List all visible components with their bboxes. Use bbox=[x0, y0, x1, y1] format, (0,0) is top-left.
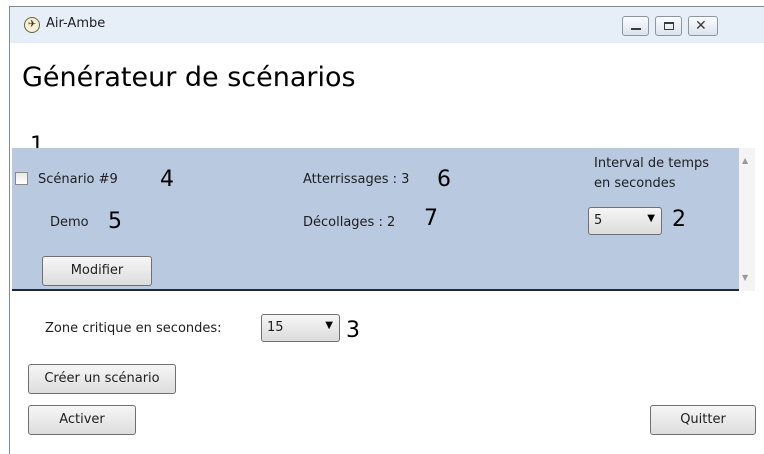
app-logo-icon: ✈ bbox=[24, 17, 40, 33]
annotation-4: 4 bbox=[160, 167, 174, 192]
interval-select[interactable]: 5 ▼ bbox=[588, 207, 662, 235]
interval-label-line1: Interval de temps bbox=[594, 156, 710, 171]
critical-zone-value: 15 bbox=[267, 320, 284, 335]
scrollbar[interactable]: ▲ ▼ bbox=[739, 148, 755, 291]
close-button[interactable]: ✕ bbox=[688, 16, 718, 36]
landings-count: Atterrissages : 3 bbox=[303, 172, 410, 187]
minimize-button[interactable] bbox=[622, 16, 649, 36]
critical-zone-label: Zone critique en secondes: bbox=[45, 321, 222, 336]
interval-value: 5 bbox=[594, 213, 603, 228]
activate-button[interactable]: Activer bbox=[28, 405, 136, 435]
minimize-icon bbox=[631, 28, 641, 30]
scenario-name: Scénario #9 bbox=[38, 172, 118, 187]
annotation-3: 3 bbox=[346, 318, 360, 343]
close-icon: ✕ bbox=[695, 18, 707, 34]
scenario-description: Demo bbox=[50, 215, 89, 230]
chevron-down-icon: ▼ bbox=[647, 213, 655, 224]
annotation-7: 7 bbox=[424, 206, 438, 231]
create-scenario-button[interactable]: Créer un scénario bbox=[28, 364, 176, 394]
title-bar[interactable]: ✈ Air-Ambe ✕ bbox=[10, 7, 764, 43]
page-title: Générateur de scénarios bbox=[22, 62, 356, 93]
annotation-2: 2 bbox=[672, 207, 686, 232]
annotation-5: 5 bbox=[108, 209, 122, 234]
window-title: Air-Ambe bbox=[46, 16, 106, 31]
annotation-6: 6 bbox=[437, 167, 451, 192]
scroll-up-icon[interactable]: ▲ bbox=[742, 156, 748, 165]
modify-button[interactable]: Modifier bbox=[42, 256, 152, 286]
quit-button[interactable]: Quitter bbox=[650, 405, 756, 435]
divider bbox=[12, 289, 739, 291]
maximize-icon bbox=[664, 22, 674, 30]
maximize-button[interactable] bbox=[655, 16, 682, 36]
chevron-down-icon: ▼ bbox=[325, 320, 333, 331]
interval-label-line2: en secondes bbox=[594, 176, 676, 191]
critical-zone-select[interactable]: 15 ▼ bbox=[261, 314, 340, 342]
scenario-checkbox[interactable] bbox=[15, 172, 28, 185]
takeoffs-count: Décollages : 2 bbox=[303, 215, 396, 230]
scroll-down-icon[interactable]: ▼ bbox=[742, 273, 748, 282]
